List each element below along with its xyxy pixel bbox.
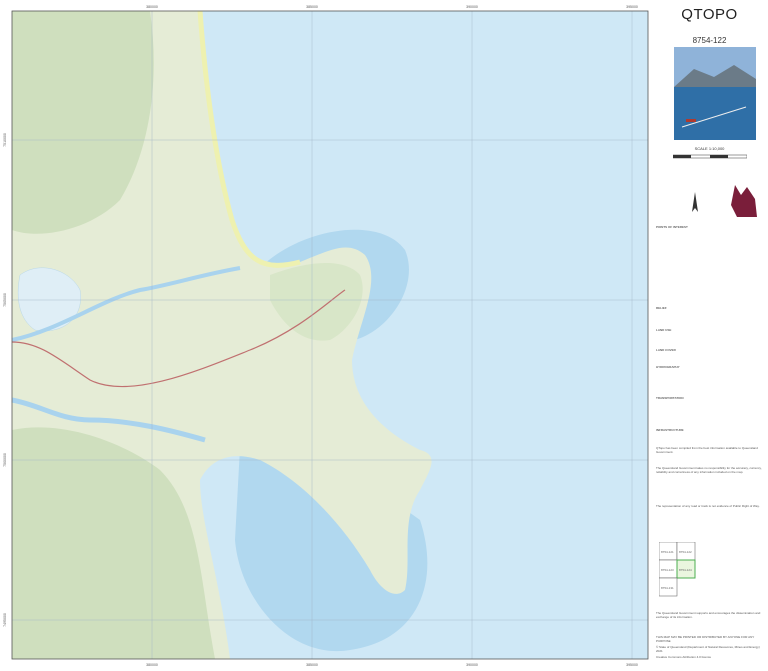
map-title: QTOPO (681, 6, 738, 23)
index-sheet-3: 8754-123 (661, 568, 674, 572)
grid-label-left-2: 7505000 (3, 293, 7, 307)
grid-label-left-4: 7495000 (3, 613, 7, 627)
grid-label-left-1: 7510000 (3, 133, 7, 147)
legend-section-infrastructure: INFRASTRUCTURE (656, 428, 684, 432)
grid-label-top-3: 390000 (466, 5, 478, 9)
grid-label-left-3: 7500000 (3, 453, 7, 467)
legend-section-transportation: TRANSPORTATION (656, 396, 684, 400)
legend-section-relief: RELIEF (656, 306, 667, 310)
grid-label-bottom-2: 385000 (306, 663, 318, 667)
cover-photo (674, 47, 756, 140)
map-scale: SCALE 1:10,000 (694, 146, 725, 151)
disclaimer-accuracy: The Queensland Government takes no respo… (656, 466, 762, 474)
index-sheet-5: 8754-131 (661, 586, 674, 590)
disclaimer-compilation: QTopo has been compiled from the best in… (656, 446, 758, 454)
grid-label-top-2: 385000 (306, 5, 318, 9)
grid-label-bottom-3: 390000 (466, 663, 478, 667)
queensland-locator-map (731, 185, 757, 217)
index-sheet-1: 8754-121 (661, 550, 674, 554)
copyright-notice: © State of Queensland (Department of Nat… (656, 645, 760, 653)
license-notice: Creative Commons Attribution 4.0 licence (656, 655, 712, 659)
grid-label-bottom-4: 395000 (626, 663, 638, 667)
grid-label-bottom-1: 380000 (146, 663, 158, 667)
legend-panel: QTOPO 8754-122 SCALE 1:10,000 POINTS OF … (651, 0, 768, 671)
legend-heading: POINTS OF INTEREST (656, 225, 688, 229)
index-sheet-2: 8754-122 (679, 550, 692, 554)
footer-print-notice: THIS MAP MAY BE PRINTED OR DISTRIBUTED B… (656, 635, 755, 643)
grid-label-top-4: 395000 (626, 5, 638, 9)
legend-section-land-use: LAND USE (656, 328, 672, 332)
index-sheet-4: 8754-124 (679, 568, 692, 572)
legend-section-hydrography: HYDROGRAPHY (656, 365, 680, 369)
north-arrow-icon (692, 192, 698, 212)
legend-section-land-cover: LAND COVER (656, 348, 676, 352)
grid-label-top-1: 380000 (146, 5, 158, 9)
footer-dissemination: The Queensland Government supports and e… (656, 611, 761, 619)
disclaimer-right-of-way: The representation of any road or track … (656, 504, 760, 508)
scale-bar (673, 154, 747, 159)
sheet-number: 8754-122 (692, 36, 727, 45)
